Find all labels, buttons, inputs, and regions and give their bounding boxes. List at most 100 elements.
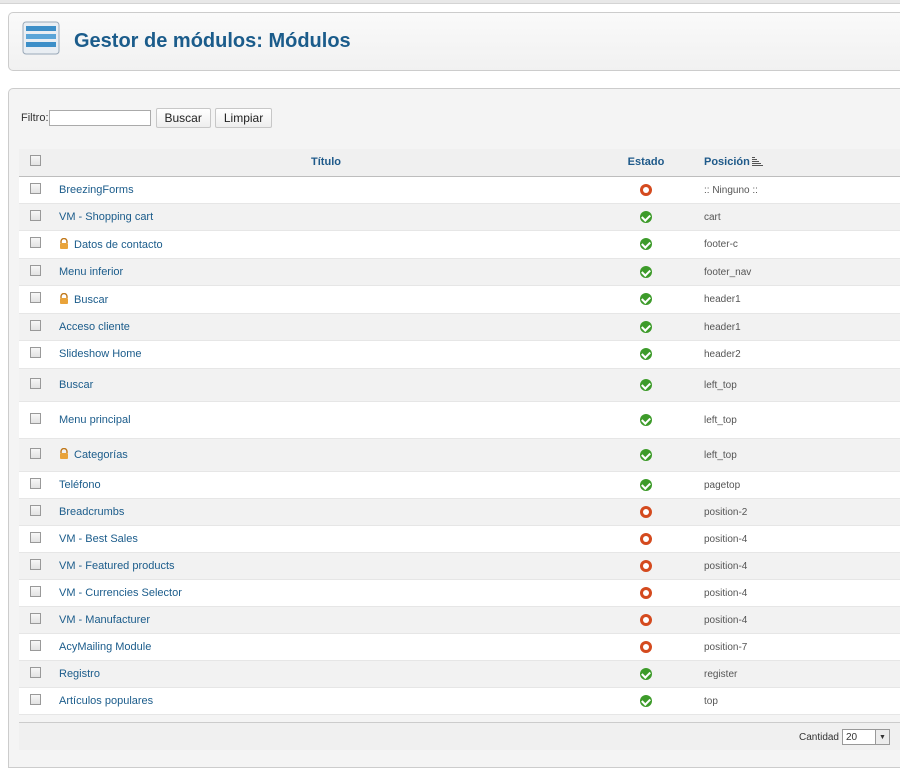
module-title: Buscar — [59, 378, 94, 391]
row-checkbox[interactable] — [29, 319, 41, 331]
table-row: Acceso cliente header1 — [19, 313, 900, 341]
module-position: footer-c — [704, 239, 738, 250]
module-title-link[interactable]: Buscar — [51, 292, 109, 306]
row-checkbox[interactable] — [29, 412, 41, 424]
module-title: VM - Best Sales — [59, 532, 138, 545]
row-checkbox[interactable] — [29, 182, 41, 194]
module-title-link[interactable]: Menu principal — [51, 414, 131, 426]
module-title-link[interactable]: VM - Currencies Selector — [51, 587, 182, 599]
search-button[interactable]: Buscar — [155, 108, 211, 128]
table-row: Breadcrumbs position-2 — [19, 498, 900, 526]
published-icon[interactable] — [640, 667, 652, 680]
filter-label: Filtro: — [21, 112, 49, 124]
row-checkbox[interactable] — [29, 585, 41, 597]
row-checkbox[interactable] — [29, 531, 41, 543]
table-row: BreezingForms:: Ninguno :: — [19, 176, 900, 204]
clear-button[interactable]: Limpiar — [214, 108, 273, 128]
published-icon[interactable] — [640, 293, 652, 306]
table-row: Menu inferior footer_nav — [19, 258, 900, 286]
lock-icon — [60, 237, 68, 249]
module-title: Breadcrumbs — [59, 505, 125, 518]
module-title-link[interactable]: Acceso cliente — [51, 321, 130, 333]
module-title-link[interactable]: Breadcrumbs — [51, 506, 124, 518]
module-title-link[interactable]: BreezingForms — [51, 184, 134, 196]
module-title-link[interactable]: VM - Shopping cart — [51, 211, 153, 223]
row-checkbox[interactable] — [29, 477, 41, 489]
row-checkbox[interactable] — [29, 237, 41, 248]
unpublished-icon[interactable] — [640, 613, 652, 626]
module-title: Datos de contacto — [74, 238, 163, 251]
row-checkbox[interactable] — [29, 209, 41, 221]
module-position: position-2 — [704, 506, 748, 518]
module-title: Buscar — [74, 293, 109, 306]
unpublished-icon[interactable] — [640, 586, 652, 599]
module-title-link[interactable]: VM - Featured products — [51, 560, 175, 572]
row-checkbox[interactable] — [29, 264, 41, 276]
row-checkbox[interactable] — [29, 292, 41, 303]
row-checkbox[interactable] — [29, 347, 41, 358]
module-position: header1 — [704, 294, 741, 305]
column-status-header[interactable]: Estado — [601, 149, 691, 177]
module-title: VM - Featured products — [59, 559, 175, 572]
published-icon[interactable] — [640, 238, 652, 251]
published-icon[interactable] — [640, 448, 652, 461]
row-checkbox[interactable] — [29, 504, 41, 516]
table-row: Teléfono pagetop — [19, 471, 900, 499]
module-title-link[interactable]: VM - Best Sales — [51, 533, 138, 545]
module-position: position-4 — [704, 614, 748, 626]
module-title-link[interactable]: Buscar — [51, 379, 93, 391]
module-title: Categorías — [74, 449, 128, 461]
module-title-link[interactable]: Menu inferior — [51, 266, 123, 278]
row-checkbox[interactable] — [29, 612, 41, 624]
row-checkbox[interactable] — [29, 666, 41, 678]
lock-icon — [60, 448, 68, 459]
module-title-link[interactable]: AcyMailing Module — [51, 641, 151, 653]
module-title-link[interactable]: Datos de contacto — [51, 237, 163, 251]
table-row: VM - Featured products position-4 — [19, 552, 900, 580]
module-title-link[interactable]: Teléfono — [51, 479, 101, 491]
position-header-label: Posición — [704, 156, 750, 169]
published-icon[interactable] — [640, 478, 652, 491]
published-icon[interactable] — [640, 378, 652, 391]
unpublished-icon[interactable] — [640, 183, 652, 196]
module-position: position-4 — [704, 560, 748, 572]
select-all-checkbox[interactable] — [29, 155, 41, 167]
pagination-footer: Cantidad 20 ▼ — [19, 722, 900, 750]
published-icon[interactable] — [640, 694, 652, 707]
unpublished-icon[interactable] — [640, 505, 652, 518]
module-position: register — [704, 668, 738, 680]
module-title: Menu principal — [59, 413, 131, 426]
table-row: VM - Best Sales position-4 — [19, 525, 900, 553]
row-checkbox[interactable] — [29, 377, 41, 389]
unpublished-icon[interactable] — [640, 559, 652, 572]
row-checkbox[interactable] — [29, 447, 41, 459]
published-icon[interactable] — [640, 210, 652, 223]
sort-ascending-icon — [751, 157, 763, 167]
row-checkbox[interactable] — [29, 558, 41, 570]
published-icon[interactable] — [640, 413, 652, 426]
module-position: pagetop — [704, 479, 741, 491]
published-icon[interactable] — [640, 348, 652, 361]
module-title: Artículos populares — [59, 694, 154, 707]
module-manager-icon — [22, 21, 60, 55]
module-title-link[interactable]: Artículos populares — [51, 695, 153, 707]
module-title-link[interactable]: Slideshow Home — [51, 348, 142, 360]
module-title-link[interactable]: Registro — [51, 668, 100, 680]
row-checkbox[interactable] — [29, 693, 41, 705]
table-row: Slideshow Home header2 — [19, 340, 900, 369]
limit-select[interactable]: 20 ▼ — [842, 729, 890, 745]
module-title-link[interactable]: VM - Manufacturer — [51, 614, 150, 626]
row-checkbox[interactable] — [29, 639, 41, 651]
module-position: footer_nav — [704, 266, 752, 278]
published-icon[interactable] — [640, 320, 652, 333]
published-icon[interactable] — [640, 265, 652, 278]
unpublished-icon[interactable] — [640, 640, 652, 653]
column-position-header[interactable]: Posición — [691, 149, 900, 177]
unpublished-icon[interactable] — [640, 532, 652, 545]
module-title-link[interactable]: Categorías — [51, 448, 128, 461]
module-position: position-4 — [704, 587, 748, 599]
filter-input[interactable] — [48, 110, 151, 126]
module-position: top — [704, 695, 718, 707]
column-title-header[interactable]: Título — [51, 149, 601, 177]
table-row: Datos de contacto footer-c — [19, 230, 900, 259]
